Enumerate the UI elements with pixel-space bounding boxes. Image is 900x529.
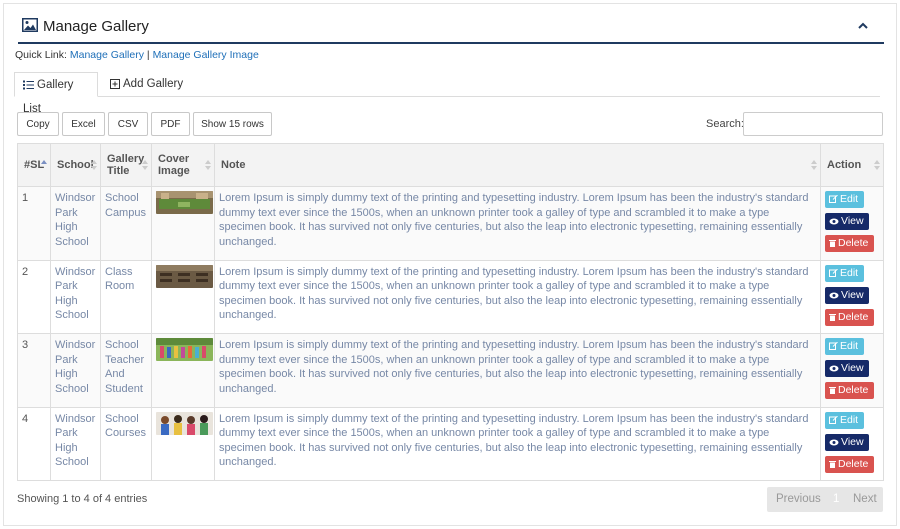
- cell-title: School Courses: [100, 406, 152, 481]
- cell-school: Windsor Park High School: [50, 259, 101, 334]
- csv-button[interactable]: CSV: [108, 112, 148, 136]
- delete-button[interactable]: Delete: [825, 235, 874, 252]
- cell-note: Lorem Ipsum is simply dummy text of the …: [214, 259, 821, 334]
- cell-cover-image: [151, 333, 215, 408]
- cell-actions: Edit View Delete: [820, 186, 884, 261]
- cell-actions: Edit View Delete: [820, 333, 884, 408]
- trash-icon: [829, 240, 836, 247]
- search-input[interactable]: [743, 112, 883, 136]
- sort-icon: [205, 160, 211, 170]
- column-header-cover-image[interactable]: Cover Image: [151, 143, 215, 187]
- list-icon: [23, 80, 34, 90]
- sort-icon: [91, 160, 97, 170]
- edit-button[interactable]: Edit: [825, 191, 864, 208]
- edit-icon: [829, 268, 838, 277]
- column-header-gallery-title[interactable]: Gallery Title: [100, 143, 152, 187]
- image-icon: [22, 18, 38, 32]
- cell-school: Windsor Park High School: [50, 186, 101, 261]
- cell-title: School Teacher And Student: [100, 333, 152, 408]
- cell-sl: 1: [17, 186, 51, 261]
- cell-cover-image: [151, 186, 215, 261]
- delete-button[interactable]: Delete: [825, 382, 874, 399]
- gallery-table: #SL School Gallery Title Cover Image Not…: [17, 143, 884, 481]
- table-row: 3 Windsor Park High School School Teache…: [17, 333, 884, 408]
- next-button[interactable]: Next: [853, 493, 877, 505]
- courses-thumbnail[interactable]: [156, 411, 213, 435]
- cell-cover-image: [151, 259, 215, 334]
- cell-sl: 4: [17, 406, 51, 481]
- view-button[interactable]: View: [825, 360, 869, 377]
- cell-title: Class Room: [100, 259, 152, 334]
- show-rows-button[interactable]: Show 15 rows: [193, 112, 272, 136]
- edit-button[interactable]: Edit: [825, 411, 864, 429]
- quick-link-manage-gallery-image[interactable]: Manage Gallery Image: [153, 49, 259, 61]
- column-header-action[interactable]: Action: [820, 143, 884, 187]
- classroom-thumbnail[interactable]: [156, 264, 213, 288]
- page-1-button[interactable]: 1: [833, 493, 839, 505]
- eye-icon: [829, 292, 839, 298]
- quick-link-separator: |: [146, 49, 150, 61]
- page-title: Manage Gallery: [43, 18, 149, 35]
- edit-icon: [829, 415, 838, 424]
- trash-icon: [829, 460, 836, 468]
- cell-note: Lorem Ipsum is simply dummy text of the …: [214, 406, 821, 481]
- pagination: Previous 1 Next: [767, 487, 883, 512]
- delete-button[interactable]: Delete: [825, 308, 874, 326]
- view-button[interactable]: View: [825, 433, 869, 451]
- column-header-school[interactable]: School: [50, 143, 101, 187]
- cell-title: School Campus: [100, 186, 152, 261]
- quick-link-manage-gallery[interactable]: Manage Gallery: [70, 49, 144, 61]
- eye-icon: [829, 439, 839, 445]
- cell-school: Windsor Park High School: [50, 333, 101, 408]
- sort-asc-icon: [41, 160, 47, 164]
- table-row: 2 Windsor Park High School Class Room Lo…: [17, 259, 884, 334]
- cell-cover-image: [151, 406, 215, 481]
- view-button[interactable]: View: [825, 213, 869, 230]
- previous-button[interactable]: Previous: [776, 493, 821, 505]
- pdf-button[interactable]: PDF: [151, 112, 190, 136]
- panel-header: Manage Gallery: [18, 12, 884, 44]
- cell-sl: 2: [17, 259, 51, 334]
- table-header-row: #SL School Gallery Title Cover Image Not…: [17, 143, 884, 187]
- campus-thumbnail[interactable]: [156, 191, 213, 214]
- tab-gallery-list[interactable]: Gallery List: [14, 72, 98, 115]
- plus-square-icon: [110, 79, 120, 89]
- edit-icon: [829, 341, 838, 350]
- tab-bar: Gallery List Add Gallery: [14, 72, 880, 115]
- tab-add-gallery-label: Add Gallery: [123, 78, 184, 90]
- table-info: Showing 1 to 4 of 4 entries: [17, 493, 148, 505]
- cell-school: Windsor Park High School: [50, 406, 101, 481]
- column-header-sl[interactable]: #SL: [17, 143, 51, 187]
- eye-icon: [829, 365, 839, 372]
- table-row: 1 Windsor Park High School School Campus…: [17, 186, 884, 261]
- table-row: 4 Windsor Park High School School Course…: [17, 406, 884, 481]
- excel-button[interactable]: Excel: [62, 112, 105, 136]
- cell-actions: Edit View Delete: [820, 259, 884, 334]
- copy-button[interactable]: Copy: [17, 112, 59, 136]
- sort-icon: [874, 160, 880, 170]
- quick-links: Quick Link: Manage Gallery | Manage Gall…: [15, 49, 259, 61]
- trash-icon: [829, 313, 836, 321]
- view-button[interactable]: View: [825, 286, 869, 304]
- cell-note: Lorem Ipsum is simply dummy text of the …: [214, 186, 821, 261]
- edit-button[interactable]: Edit: [825, 338, 864, 355]
- tab-add-gallery[interactable]: Add Gallery: [102, 72, 191, 97]
- eye-icon: [829, 218, 839, 225]
- cell-sl: 3: [17, 333, 51, 408]
- search-label: Search:: [706, 118, 744, 130]
- chevron-up-icon[interactable]: [856, 19, 870, 33]
- edit-button[interactable]: Edit: [825, 264, 864, 282]
- trash-icon: [829, 387, 836, 394]
- students-thumbnail[interactable]: [156, 338, 213, 361]
- sort-icon: [811, 160, 817, 170]
- cell-actions: Edit View Delete: [820, 406, 884, 481]
- delete-button[interactable]: Delete: [825, 455, 874, 473]
- sort-icon: [142, 160, 148, 170]
- edit-icon: [829, 194, 838, 203]
- column-header-note[interactable]: Note: [214, 143, 821, 187]
- quick-link-prefix: Quick Link:: [15, 49, 67, 61]
- cell-note: Lorem Ipsum is simply dummy text of the …: [214, 333, 821, 408]
